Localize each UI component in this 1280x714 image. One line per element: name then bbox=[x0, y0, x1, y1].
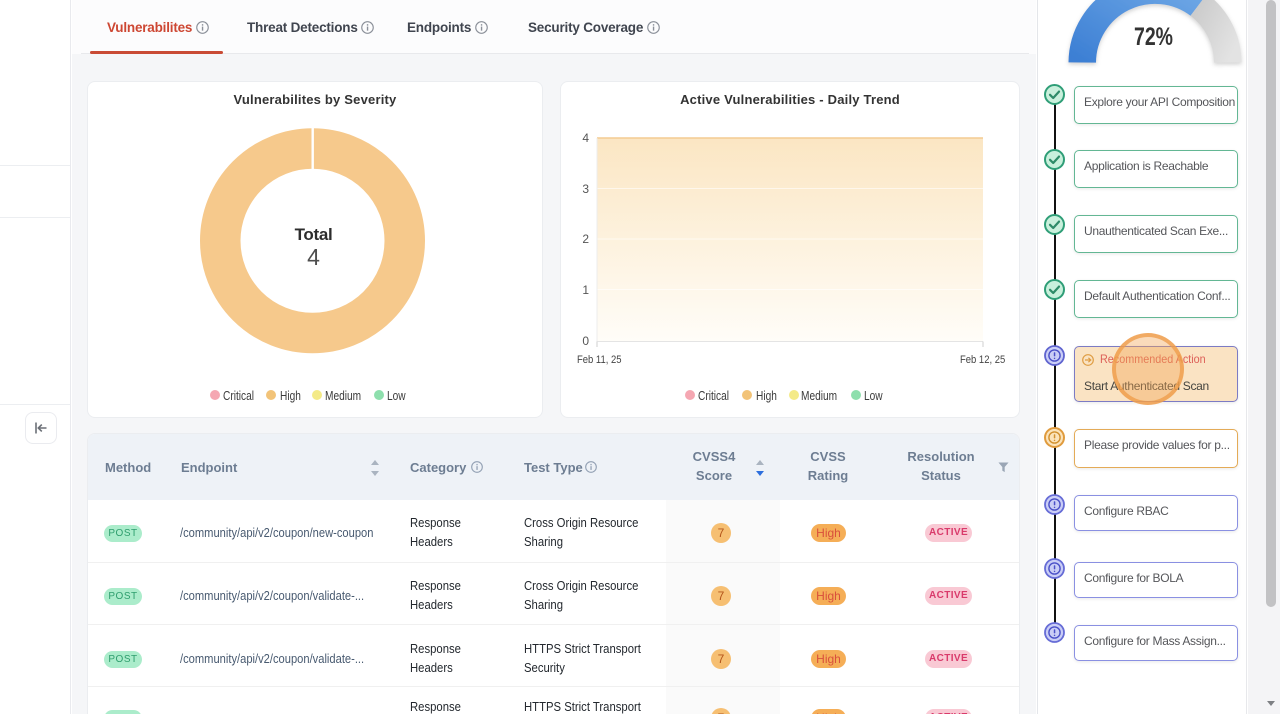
svg-text:72%: 72% bbox=[1134, 23, 1173, 51]
